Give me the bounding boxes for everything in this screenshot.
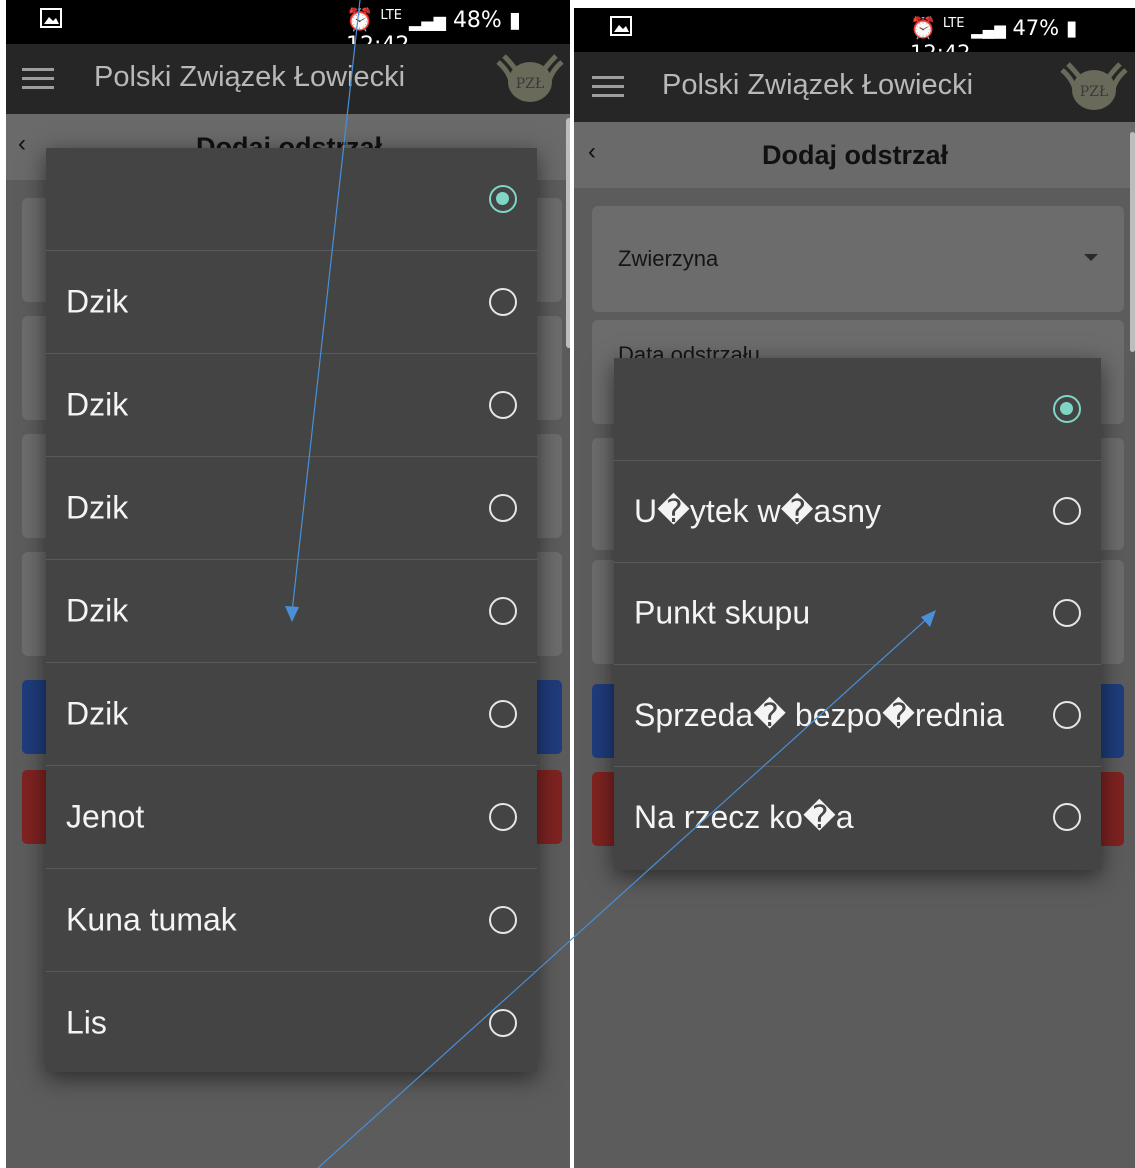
option-row[interactable]: Jenot [46, 765, 537, 869]
radio-selected-icon[interactable] [489, 185, 517, 213]
option-label: Dzik [66, 489, 129, 525]
purpose-select-dialog: U�ytek w�asny Punkt skupu Sprzeda� bezpo�r… [614, 358, 1101, 870]
scrollbar[interactable] [1130, 132, 1135, 352]
pzl-logo-icon: PZŁ [1060, 62, 1128, 110]
option-label: Lis [66, 1004, 107, 1040]
battery-percent: 48% [452, 8, 502, 33]
left-phone-screen: ⏰ LTE ▂▄▆ 48% ▮ 12:42 Polski Związek Łow… [6, 0, 570, 1168]
option-row[interactable]: Lis [46, 971, 537, 1074]
svg-text:PZŁ: PZŁ [1080, 84, 1109, 100]
radio-unselected-icon[interactable] [489, 699, 517, 728]
animal-select-dialog: Dzik Dzik Dzik Dzik Dzik Jenot Kuna tumak Lis [46, 148, 537, 1072]
option-row[interactable]: U�ytek w�asny [614, 460, 1101, 563]
option-label: U�ytek w�asny [634, 493, 882, 529]
back-chevron-icon[interactable]: ‹ [588, 138, 596, 166]
scrollbar[interactable] [566, 118, 570, 348]
dropdown-arrow-icon [1084, 254, 1098, 261]
menu-icon[interactable] [592, 76, 624, 98]
animal-field[interactable]: Zwierzyna [592, 206, 1124, 312]
option-label: Kuna tumak [66, 901, 237, 937]
app-bar: Polski Związek Łowiecki PZŁ [6, 44, 570, 114]
svg-text:PZŁ: PZŁ [516, 76, 545, 92]
battery-percent: 47% [1012, 16, 1060, 40]
signal-icon: ▂▄▆ [971, 21, 1006, 39]
radio-unselected-icon[interactable] [1053, 497, 1081, 525]
app-title: Polski Związek Łowiecki [662, 69, 974, 101]
radio-unselected-icon[interactable] [1053, 803, 1081, 831]
pzl-logo-icon: PZŁ [496, 54, 564, 102]
option-row[interactable]: Dzik [46, 353, 537, 457]
option-row[interactable]: Punkt skupu [614, 562, 1101, 665]
page-header: ‹ Dodaj odstrzał [574, 122, 1135, 188]
gallery-icon [610, 16, 632, 41]
radio-unselected-icon[interactable] [489, 802, 517, 831]
battery-icon: ▮ [1065, 16, 1078, 40]
option-label: Sprzeda� bezpo�rednia [634, 697, 1004, 733]
option-label: Na rzecz ko�a [634, 799, 854, 835]
radio-unselected-icon[interactable] [1053, 599, 1081, 627]
gallery-icon [40, 8, 62, 33]
alarm-icon: ⏰ [910, 16, 937, 40]
radio-unselected-icon[interactable] [489, 390, 517, 419]
option-label: Dzik [66, 283, 129, 319]
option-label: Dzik [66, 386, 129, 422]
alarm-icon: ⏰ [346, 8, 374, 33]
option-row[interactable]: Dzik [46, 559, 537, 663]
status-bar: ⏰ LTE ▂▄▆ 47% ▮ 12:42 [574, 8, 1135, 65]
back-chevron-icon[interactable]: ‹ [18, 130, 26, 158]
app-bar: Polski Związek Łowiecki PZŁ [574, 52, 1135, 122]
menu-icon[interactable] [22, 68, 54, 90]
app-title: Polski Związek Łowiecki [94, 61, 406, 93]
battery-icon: ▮ [508, 8, 521, 33]
option-row[interactable] [614, 358, 1101, 461]
radio-unselected-icon[interactable] [489, 1008, 517, 1037]
signal-icon: ▂▄▆ [409, 12, 446, 31]
option-row[interactable]: Dzik [46, 456, 537, 560]
option-row[interactable]: Dzik [46, 250, 537, 354]
network-label: LTE [380, 8, 403, 23]
radio-selected-icon[interactable] [1053, 395, 1081, 423]
right-phone-screen: ⏰ LTE ▂▄▆ 47% ▮ 12:42 Polski Związek Łow… [574, 8, 1135, 1168]
option-row[interactable] [46, 148, 537, 251]
option-row[interactable]: Sprzeda� bezpo�rednia [614, 664, 1101, 767]
animal-field-label: Zwierzyna [618, 246, 719, 271]
option-label: Punkt skupu [634, 594, 811, 631]
radio-unselected-icon[interactable] [1053, 701, 1081, 729]
option-label: Jenot [66, 798, 145, 834]
option-row[interactable]: Dzik [46, 662, 537, 766]
radio-unselected-icon[interactable] [489, 596, 517, 625]
option-label: Dzik [66, 592, 129, 628]
option-label: Dzik [66, 695, 129, 731]
network-label: LTE [942, 16, 965, 31]
radio-unselected-icon[interactable] [489, 287, 517, 316]
radio-unselected-icon[interactable] [489, 493, 517, 522]
status-bar: ⏰ LTE ▂▄▆ 48% ▮ 12:42 [6, 0, 570, 58]
page-title: Dodaj odstrzał [762, 140, 949, 170]
radio-unselected-icon[interactable] [489, 905, 517, 934]
option-row[interactable]: Kuna tumak [46, 868, 537, 972]
option-row[interactable]: Na rzecz ko�a [614, 766, 1101, 868]
